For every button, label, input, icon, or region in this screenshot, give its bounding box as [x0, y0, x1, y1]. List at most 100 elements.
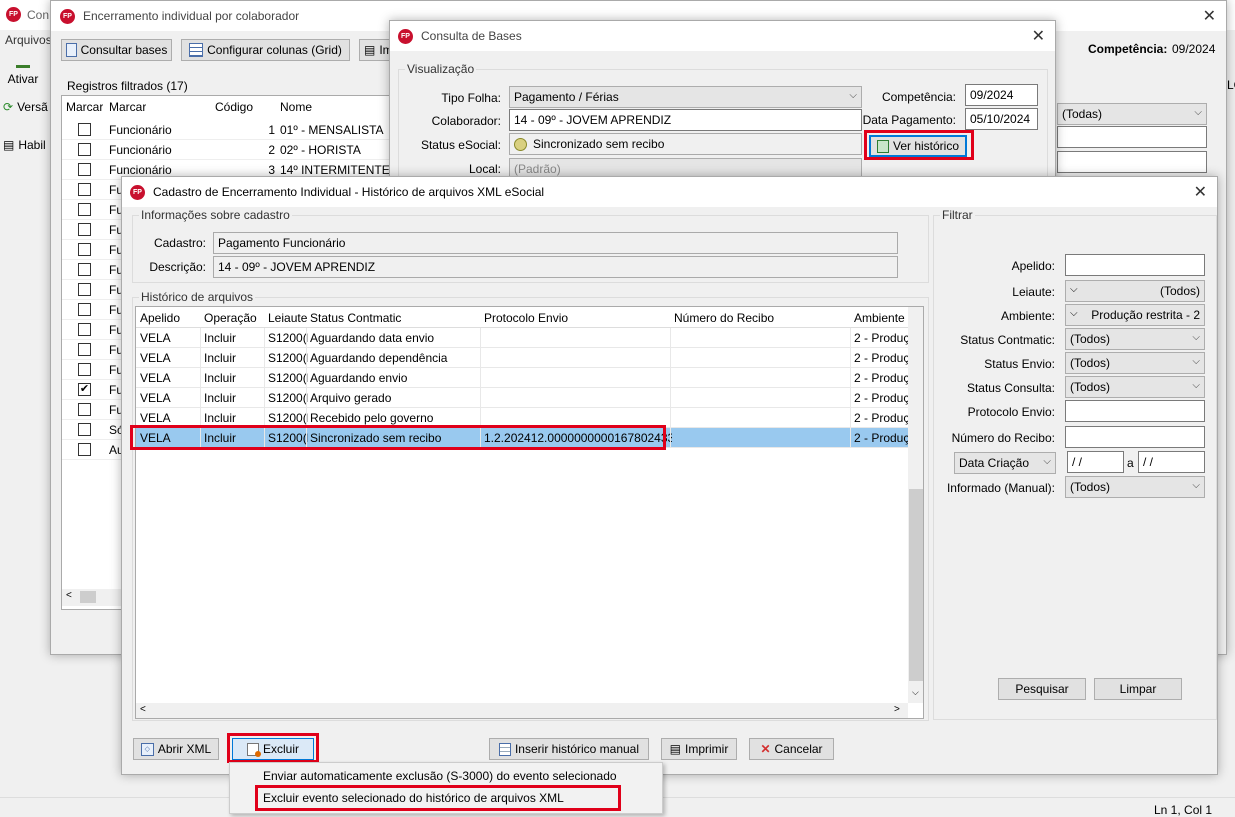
- col-header-nome[interactable]: Nome: [280, 100, 312, 114]
- tipo-folha-select[interactable]: Pagamento / Férias ⌵: [509, 86, 862, 108]
- row-checkbox[interactable]: [78, 203, 91, 216]
- row-tipo: Funcionário: [109, 143, 172, 157]
- row-checkbox[interactable]: [78, 323, 91, 336]
- hist-col-protocolo[interactable]: Protocolo Envio: [484, 311, 568, 325]
- f-protocolo-input[interactable]: [1065, 400, 1205, 422]
- scroll-left-icon[interactable]: <: [140, 704, 146, 715]
- scroll-thumb[interactable]: [909, 489, 923, 681]
- table-row[interactable]: VELA Incluir S1200(FAguardando dependência…: [136, 348, 908, 368]
- f-leiaute-select[interactable]: ⌵ (Todos): [1065, 280, 1205, 302]
- horizontal-scrollbar[interactable]: < >: [136, 703, 908, 718]
- scroll-left-icon[interactable]: <: [66, 590, 72, 601]
- habil-item[interactable]: ▤ Habil: [3, 138, 46, 152]
- column-divider: [670, 408, 671, 428]
- f-status-consulta-select[interactable]: (Todos) ⌵: [1065, 376, 1205, 398]
- inserir-historico-button[interactable]: Inserir histórico manual: [489, 738, 649, 760]
- refresh-icon: ⟳: [3, 100, 14, 114]
- cancel-icon: ✕: [760, 742, 771, 756]
- cancelar-button[interactable]: ✕ Cancelar: [749, 738, 834, 760]
- configurar-colunas-button[interactable]: Configurar colunas (Grid): [181, 39, 350, 61]
- hist-col-apelido[interactable]: Apelido: [140, 311, 180, 325]
- hist-col-recibo[interactable]: Número do Recibo: [674, 311, 774, 325]
- close-icon[interactable]: ✕: [1203, 6, 1216, 26]
- limpar-button[interactable]: Limpar: [1094, 678, 1182, 700]
- row-checkbox[interactable]: [78, 303, 91, 316]
- scroll-thumb[interactable]: [80, 591, 96, 603]
- hist-col-leiaute[interactable]: Leiaute: [268, 311, 308, 325]
- row-codigo: 1: [268, 123, 275, 137]
- scroll-right-icon[interactable]: >: [894, 704, 900, 715]
- row-apelido: VELA: [140, 391, 171, 405]
- imprimir-button[interactable]: ▤ Imprimir: [661, 738, 737, 760]
- pesquisar-button[interactable]: Pesquisar: [998, 678, 1086, 700]
- f-status-contmatic-select[interactable]: (Todos) ⌵: [1065, 328, 1205, 350]
- f-status-envio-select[interactable]: (Todos) ⌵: [1065, 352, 1205, 374]
- colaborador-field[interactable]: 14 - 09º - JOVEM APRENDIZ: [509, 109, 862, 131]
- menu-item-enviar-exclusao[interactable]: Enviar automaticamente exclusão (S-3000)…: [263, 769, 617, 783]
- column-divider: [306, 388, 307, 408]
- row-checkbox[interactable]: [78, 423, 91, 436]
- vertical-scrollbar[interactable]: ⌵: [908, 307, 923, 703]
- table-row[interactable]: VELA Incluir S1200(FArquivo gerado 2 - Prod…: [136, 388, 908, 408]
- row-checkbox[interactable]: [78, 223, 91, 236]
- row-checkbox[interactable]: [78, 163, 91, 176]
- row-checkbox[interactable]: [78, 243, 91, 256]
- row-operacao: Incluir: [204, 411, 237, 425]
- row-ambiente: 2 - Produç: [854, 391, 908, 405]
- close-icon[interactable]: ✕: [1032, 26, 1045, 46]
- row-checkbox[interactable]: [78, 403, 91, 416]
- row-checkbox[interactable]: [78, 283, 91, 296]
- right-todas-select[interactable]: (Todas) ⌵: [1057, 103, 1207, 125]
- historico-grid[interactable]: Apelido Operação Leiaute Status Contmati…: [135, 306, 924, 719]
- competencia-label: Competência:: [881, 90, 956, 104]
- hist-col-ambiente[interactable]: Ambiente: [854, 311, 905, 325]
- hist-col-operacao[interactable]: Operação: [204, 311, 257, 325]
- right-field-1[interactable]: [1057, 126, 1207, 148]
- competencia-field[interactable]: 09/2024: [965, 84, 1038, 106]
- row-checkbox[interactable]: ✔: [78, 383, 91, 396]
- column-divider: [480, 368, 481, 388]
- bg-menu-arquivos[interactable]: Arquivos: [5, 33, 52, 47]
- f-apelido-input[interactable]: [1065, 254, 1205, 276]
- row-checkbox[interactable]: [78, 143, 91, 156]
- data-pagamento-field[interactable]: 05/10/2024: [965, 108, 1038, 130]
- scroll-down-icon[interactable]: ⌵: [912, 687, 919, 698]
- row-checkbox[interactable]: [78, 183, 91, 196]
- hist-col-status[interactable]: Status Contmatic: [310, 311, 401, 325]
- f-data-ate-input[interactable]: / /: [1138, 451, 1205, 473]
- row-operacao: Incluir: [204, 331, 237, 345]
- abrir-xml-button[interactable]: ◇ Abrir XML: [133, 738, 219, 760]
- column-divider: [670, 368, 671, 388]
- col-header-marcar[interactable]: Marcar: [66, 100, 103, 114]
- f-ambiente-select[interactable]: ⌵ Produção restrita - 2: [1065, 304, 1205, 326]
- column-divider: [264, 368, 265, 388]
- table-row[interactable]: VELA Incluir S1200(FAguardando data envio 2…: [136, 328, 908, 348]
- consulta-bases-dialog: FP Consulta de Bases ✕ Visualização Tipo…: [389, 20, 1056, 189]
- col-header-codigo[interactable]: Código: [215, 100, 253, 114]
- row-checkbox[interactable]: [78, 363, 91, 376]
- row-checkbox[interactable]: [78, 123, 91, 136]
- col-header-tipo[interactable]: Marcar: [109, 100, 146, 114]
- table-row[interactable]: Funcionário 1 01º - MENSALISTA: [62, 120, 390, 140]
- app-logo-icon: FP: [6, 7, 21, 22]
- versao-item[interactable]: ⟳ Versã: [3, 100, 48, 114]
- row-checkbox[interactable]: [78, 443, 91, 456]
- row-operacao: Incluir: [204, 351, 237, 365]
- table-row[interactable]: Funcionário 2 02º - HORISTA: [62, 140, 390, 160]
- column-divider: [850, 428, 851, 448]
- consultar-bases-button[interactable]: Consultar bases: [61, 39, 172, 61]
- ativar-button[interactable]: Ativar: [3, 54, 43, 92]
- f-recibo-input[interactable]: [1065, 426, 1205, 448]
- f-data-tipo-select[interactable]: Data Criação ⌵: [954, 452, 1056, 474]
- f-data-de-input[interactable]: / /: [1067, 451, 1124, 473]
- f-status-consulta-label: Status Consulta:: [966, 381, 1055, 395]
- row-checkbox[interactable]: [78, 343, 91, 356]
- column-divider: [670, 348, 671, 368]
- row-checkbox[interactable]: [78, 263, 91, 276]
- app-logo-icon: FP: [398, 28, 413, 44]
- table-row[interactable]: VELA Incluir S1200(FAguardando envio 2 - Pr…: [136, 368, 908, 388]
- f-informado-select[interactable]: (Todos) ⌵: [1065, 476, 1205, 498]
- right-field-2[interactable]: [1057, 151, 1207, 173]
- close-icon[interactable]: ✕: [1194, 182, 1207, 202]
- column-divider: [480, 388, 481, 408]
